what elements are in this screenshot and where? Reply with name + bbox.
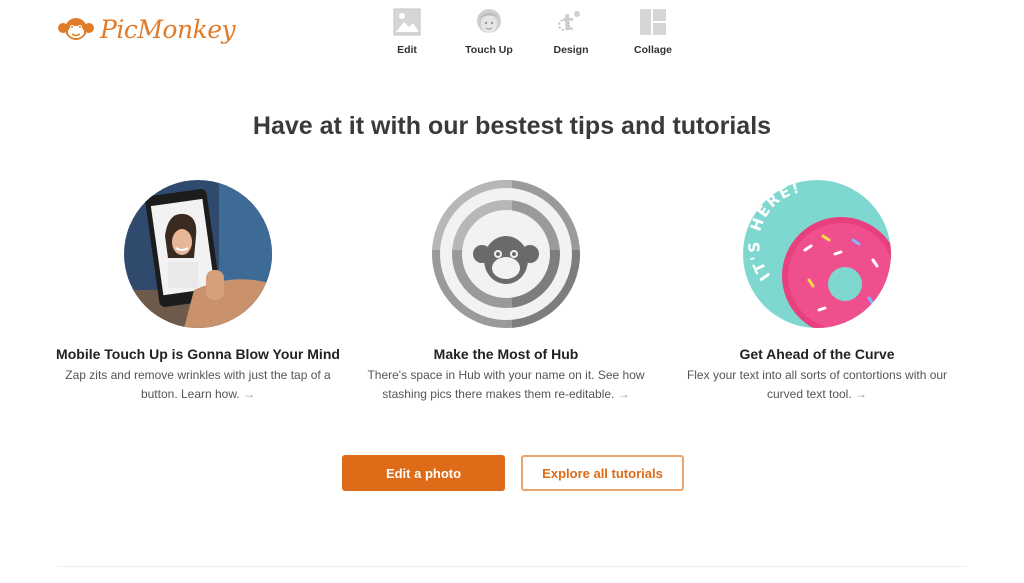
card-title[interactable]: Make the Most of Hub [351, 346, 661, 362]
brand-name: PicMonkey [100, 14, 236, 44]
right-arrow-icon[interactable]: → [618, 387, 630, 401]
phone-selfie-thumbnail[interactable] [124, 180, 272, 328]
nav-item-collage[interactable]: Collage [612, 8, 694, 56]
image-icon [393, 8, 421, 36]
tutorial-card-hub[interactable]: Make the Most of Hub There's space in Hu… [351, 180, 661, 404]
tutorial-card-curved-text[interactable]: IT'S HERE! Get Ahead of the Curve Flex y… [662, 180, 972, 404]
tool-nav: Edit Touch Up t Design Collage [366, 8, 694, 56]
collage-icon [640, 9, 666, 35]
picmonkey-logo[interactable]: PicMonkey [57, 14, 236, 44]
nav-item-design[interactable]: t Design [530, 8, 612, 56]
card-description: Flex your text into all sorts of contort… [662, 366, 972, 404]
card-description-text: Zap zits and remove wrinkles with just t… [65, 368, 331, 401]
card-description: Zap zits and remove wrinkles with just t… [43, 366, 353, 404]
nav-label-design: Design [553, 44, 589, 56]
hub-monkey-thumbnail[interactable] [432, 180, 580, 328]
page-headline: Have at it with our bestest tips and tut… [252, 112, 772, 140]
footer-divider [57, 566, 967, 567]
nav-label-edit: Edit [397, 44, 417, 56]
nav-item-touch-up[interactable]: Touch Up [448, 8, 530, 56]
nav-label-collage: Collage [634, 44, 672, 56]
right-arrow-icon[interactable]: → [855, 387, 867, 401]
explore-tutorials-button[interactable]: Explore all tutorials [521, 455, 684, 491]
donut-thumbnail[interactable]: IT'S HERE! [743, 180, 891, 328]
nav-label-touch-up: Touch Up [465, 44, 513, 56]
monkey-logo-icon [58, 18, 94, 40]
card-description-text: Flex your text into all sorts of contort… [686, 368, 948, 401]
card-title[interactable]: Mobile Touch Up is Gonna Blow Your Mind [43, 346, 353, 362]
card-description: There's space in Hub with your name on i… [351, 366, 661, 404]
face-icon [477, 9, 501, 33]
card-description-text: There's space in Hub with your name on i… [367, 368, 645, 401]
card-title[interactable]: Get Ahead of the Curve [662, 346, 972, 362]
nav-item-edit[interactable]: Edit [366, 8, 448, 56]
right-arrow-icon[interactable]: → [243, 387, 255, 401]
design-icon: t [558, 11, 580, 36]
tutorial-card-mobile-touch-up[interactable]: Mobile Touch Up is Gonna Blow Your Mind … [43, 180, 353, 404]
edit-photo-button[interactable]: Edit a photo [342, 455, 505, 491]
